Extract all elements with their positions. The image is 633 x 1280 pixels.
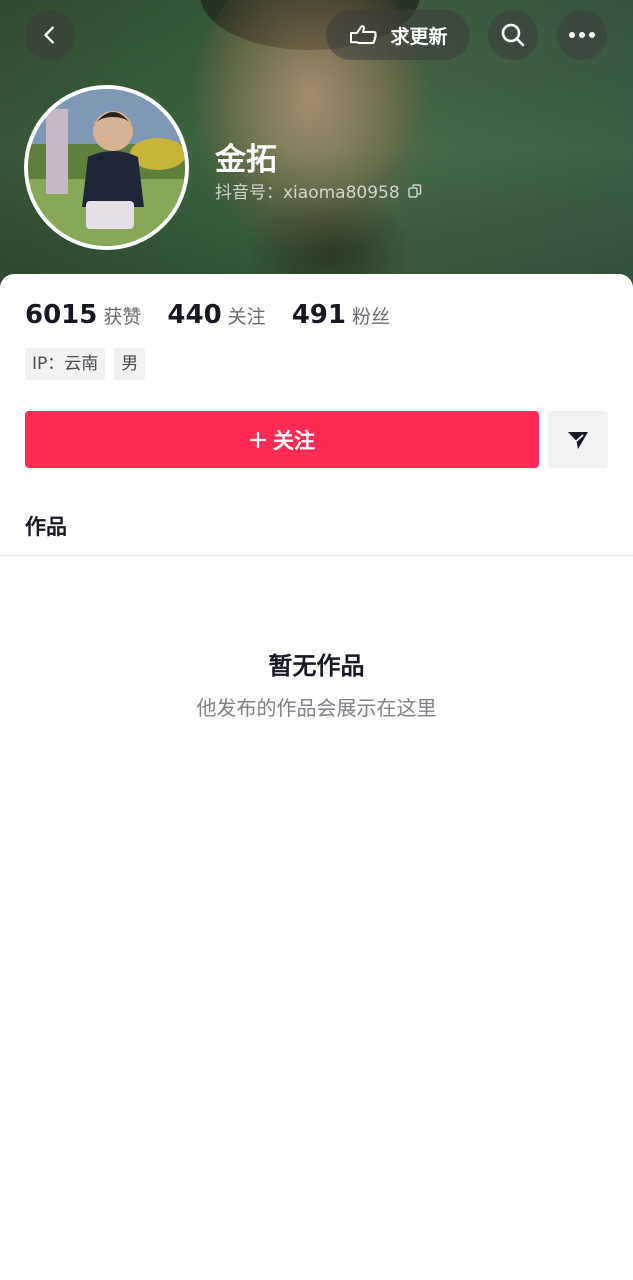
search-icon <box>501 23 525 47</box>
send-icon <box>568 431 588 449</box>
stat-likes[interactable]: 6015 获赞 <box>25 300 141 330</box>
stat-label: 关注 <box>227 306 266 328</box>
tag-gender: 男 <box>114 348 146 380</box>
douyin-id-label: 抖音号：xiaoma80958 <box>215 183 400 203</box>
stat-label: 获赞 <box>103 306 142 328</box>
stat-value: 440 <box>167 300 222 330</box>
tag-ip-location: IP：云南 <box>25 348 106 380</box>
back-button[interactable] <box>25 10 75 60</box>
stat-value: 491 <box>291 300 346 330</box>
stat-followers[interactable]: 491 粉丝 <box>292 300 390 330</box>
stat-following[interactable]: 440 关注 <box>167 300 265 330</box>
chevron-left-icon <box>44 26 54 44</box>
profile-tags: IP：云南 男 <box>25 348 146 380</box>
more-dots-icon <box>569 32 595 38</box>
send-message-button[interactable] <box>548 411 608 468</box>
follow-label: 关注 <box>273 428 315 453</box>
tab-divider <box>0 555 633 556</box>
empty-state-title: 暂无作品 <box>268 652 365 680</box>
search-button[interactable] <box>488 10 538 60</box>
profile-name: 金拓 <box>215 142 277 178</box>
request-update-button[interactable]: 求更新 <box>326 10 470 60</box>
copy-icon[interactable] <box>407 183 422 198</box>
plus-icon <box>250 431 266 448</box>
pointing-hand-icon <box>350 25 378 44</box>
stat-label: 粉丝 <box>351 306 390 328</box>
stat-value: 6015 <box>25 300 98 330</box>
stats-row: 6015 获赞 440 关注 491 粉丝 <box>25 300 416 330</box>
follow-button[interactable]: 关注 <box>25 411 539 468</box>
douyin-id-row[interactable]: 抖音号：xiaoma80958 <box>215 178 422 203</box>
profile-panel: 6015 获赞 440 关注 491 粉丝 IP：云南 男 关注 作品 暂无作品… <box>0 274 633 1280</box>
avatar-photo <box>28 89 185 246</box>
more-button[interactable] <box>557 10 607 60</box>
request-update-label: 求更新 <box>390 25 448 48</box>
empty-state-subtitle: 他发布的作品会展示在这里 <box>196 696 437 720</box>
avatar[interactable] <box>24 85 189 250</box>
tab-works[interactable]: 作品 <box>25 511 67 541</box>
